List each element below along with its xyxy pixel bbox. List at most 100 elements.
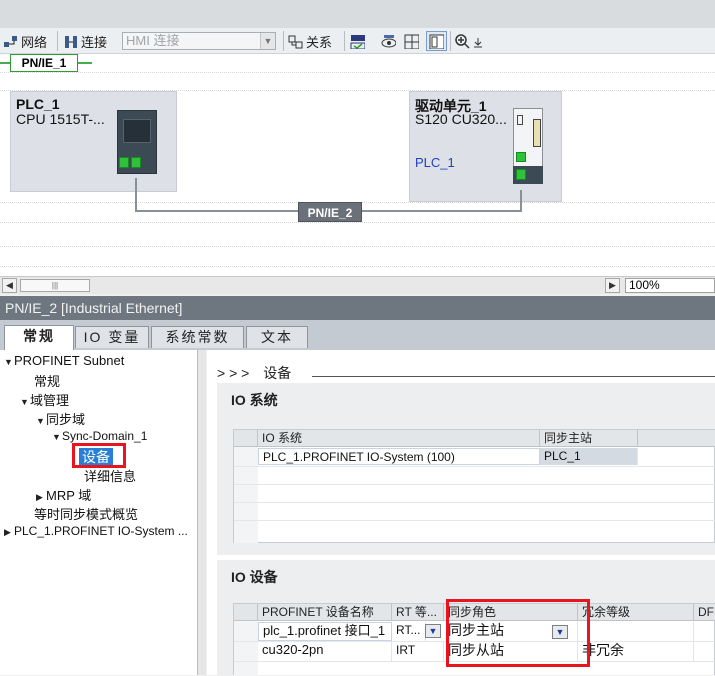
section-title: IO 系统 xyxy=(231,392,278,408)
grid-line xyxy=(0,266,715,267)
overview-icon xyxy=(429,34,444,49)
zoom-button[interactable] xyxy=(455,31,488,51)
relations-label: 关系 xyxy=(306,34,333,50)
tree-item-sync-domain[interactable]: ▼同步域 xyxy=(36,409,85,428)
tab-general[interactable]: 常规 xyxy=(4,325,74,350)
grid-line xyxy=(0,222,715,223)
connect-label: 连接 xyxy=(81,34,108,50)
row-header-column xyxy=(234,447,258,543)
zoom-in-icon xyxy=(455,33,470,49)
tree-item-profinet-subnet[interactable]: ▼PROFINET Subnet xyxy=(4,353,124,368)
network-label: 网络 xyxy=(21,34,48,50)
port-icon[interactable] xyxy=(119,157,129,168)
status-led-icon xyxy=(516,152,526,162)
tree-item-domain-management[interactable]: ▼域管理 xyxy=(20,390,69,409)
tree-item-mrp-domain[interactable]: ▶ MRP 域 xyxy=(36,485,91,504)
table-cell[interactable]: plc_1.profinet 接口_1 xyxy=(258,622,392,641)
row-divider xyxy=(234,502,715,503)
table-cell[interactable]: 非冗余 xyxy=(578,642,694,661)
canvas-scrollbar[interactable]: ◀ ||| ▶ 100% xyxy=(0,276,715,294)
highlight-box xyxy=(446,599,590,667)
tree-item-label: 等时同步模式概览 xyxy=(34,507,139,522)
relations-button[interactable]: 关系 xyxy=(288,31,332,51)
properties-panel: > > > 设备 IO 系统 IO 系统 同步主站 PLC_1.PROFINET… xyxy=(207,350,715,676)
table-cell[interactable] xyxy=(578,622,694,641)
io-system-table[interactable]: IO 系统 同步主站 PLC_1.PROFINET IO-System (100… xyxy=(233,429,715,543)
tree-item-general[interactable]: 常规 xyxy=(34,371,60,390)
expand-triangle-icon[interactable]: ▶ xyxy=(36,492,46,503)
tree-scrollbar[interactable] xyxy=(197,350,206,675)
port-icon[interactable] xyxy=(131,157,141,168)
table-cell[interactable]: cu320-2pn xyxy=(258,642,392,661)
tab-io-tags[interactable]: IO 变量 xyxy=(75,326,149,348)
connection-wire xyxy=(362,210,521,212)
network-toolbar: 网络 连接 HMI 连接 ▼ 关系 xyxy=(0,28,715,54)
port-icon[interactable] xyxy=(516,169,526,180)
toolbar-separator xyxy=(283,31,284,51)
column-header[interactable]: PROFINET 设备名称 xyxy=(258,604,392,621)
column-header[interactable]: 同步主站 xyxy=(540,430,638,447)
tree-item-label: PROFINET Subnet xyxy=(14,353,125,368)
table-cell[interactable]: IRT xyxy=(392,642,444,661)
tab-system-constants[interactable]: 系统常数 xyxy=(151,326,244,348)
grid-button[interactable] xyxy=(404,31,419,51)
device-drive-unit[interactable]: 驱动单元_1 S120 CU320... PLC_1 xyxy=(409,91,562,202)
toolbar-separator xyxy=(344,31,345,51)
scroll-right-icon[interactable]: ▶ xyxy=(605,278,620,293)
show-address-button[interactable] xyxy=(381,31,396,51)
zoom-level[interactable]: 100% xyxy=(625,278,715,293)
tree-item-label: MRP 域 xyxy=(46,488,92,503)
toolbar-separator xyxy=(57,31,58,51)
row-divider xyxy=(234,484,715,485)
subnet-label-pnie1[interactable]: PN/IE_1 xyxy=(10,54,78,72)
column-header-empty xyxy=(638,430,715,447)
chevron-down-icon[interactable]: ▼ xyxy=(260,33,275,49)
table-cell[interactable]: PLC_1 xyxy=(540,448,638,465)
expand-triangle-icon[interactable]: ▼ xyxy=(20,397,30,407)
connect-button[interactable]: 连接 xyxy=(63,31,107,51)
chevron-down-icon[interactable]: ▼ xyxy=(425,624,441,638)
tree-item-details[interactable]: 详细信息 xyxy=(84,466,136,485)
grid-line xyxy=(0,72,715,73)
expand-triangle-icon[interactable]: ▼ xyxy=(36,416,46,426)
connection-wire xyxy=(520,190,522,212)
column-header[interactable]: DFP xyxy=(694,604,715,621)
device-plc1[interactable]: PLC_1 CPU 1515T-... xyxy=(10,91,177,192)
row-header-column xyxy=(234,621,258,676)
device-link[interactable]: PLC_1 xyxy=(415,155,455,170)
tree-item-isochronous-overview[interactable]: 等时同步模式概览 xyxy=(34,504,138,523)
grid-icon xyxy=(404,34,419,49)
overview-button[interactable] xyxy=(426,31,447,51)
toolbar-separator xyxy=(450,31,451,51)
connection-wire xyxy=(135,210,299,212)
expand-triangle-icon[interactable]: ▶ xyxy=(4,527,14,538)
name-button[interactable] xyxy=(350,31,365,51)
breadcrumb-divider xyxy=(312,376,715,377)
highlight-box xyxy=(72,443,126,468)
tree-item-label: 详细信息 xyxy=(84,469,137,484)
scroll-left-icon[interactable]: ◀ xyxy=(2,278,17,293)
expand-triangle-icon[interactable]: ▼ xyxy=(4,357,14,367)
tree-item-sync-domain-1[interactable]: ▼Sync-Domain_1 xyxy=(52,429,147,443)
tab-texts[interactable]: 文本 xyxy=(246,326,308,348)
scroll-thumb[interactable]: ||| xyxy=(20,279,90,292)
tree-item-io-system[interactable]: ▶ PLC_1.PROFINET IO-System ... xyxy=(4,524,188,538)
io-system-section: IO 系统 IO 系统 同步主站 PLC_1.PROFINET IO-Syste… xyxy=(217,383,715,555)
network-canvas[interactable]: PN/IE_1 PLC_1 CPU 1515T-... 驱动单元_1 S120 … xyxy=(0,54,715,276)
relations-icon xyxy=(288,35,303,48)
device-type: S120 CU320... xyxy=(415,111,507,127)
table-cell[interactable]: PLC_1.PROFINET IO-System (100) xyxy=(258,448,540,465)
table-cell[interactable]: RT... xyxy=(392,622,426,641)
eye-icon xyxy=(381,34,396,47)
subnet-label-pnie2[interactable]: PN/IE_2 xyxy=(298,202,362,222)
tree-item-label: PLC_1.PROFINET IO-System ... xyxy=(14,524,188,538)
network-view-button[interactable]: 网络 xyxy=(3,31,47,51)
column-header[interactable]: RT 等... xyxy=(392,604,444,621)
expand-triangle-icon[interactable]: ▼ xyxy=(52,432,62,442)
navigation-tree: ▼PROFINET Subnet 常规 ▼域管理 ▼同步域 ▼Sync-Doma… xyxy=(0,350,206,675)
hmi-connection-select[interactable]: HMI 连接 ▼ xyxy=(122,32,276,50)
column-header[interactable]: IO 系统 xyxy=(258,430,540,447)
io-device-section: IO 设备 PROFINET 设备名称 RT 等... 同步角色 冗余等级 DF… xyxy=(217,560,715,676)
column-header[interactable]: 冗余等级 xyxy=(578,604,694,621)
breadcrumb-arrows: > > > xyxy=(217,365,250,381)
